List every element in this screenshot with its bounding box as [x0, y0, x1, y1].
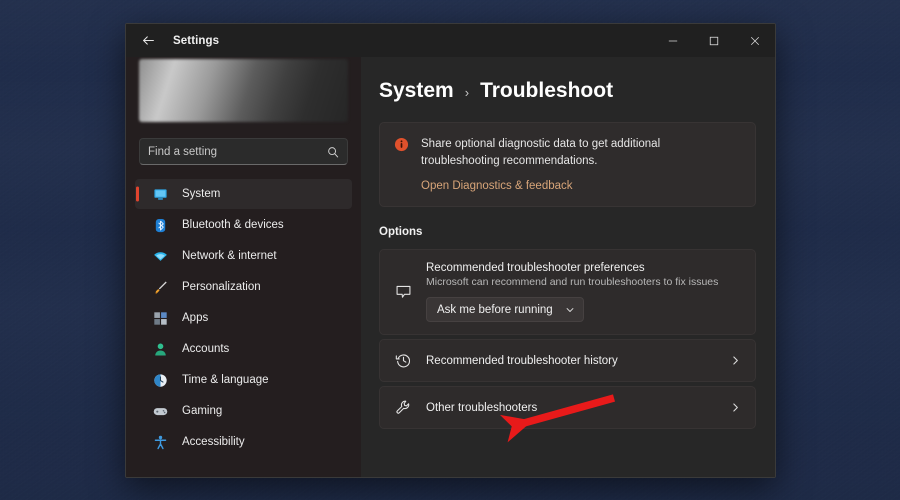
close-button[interactable]	[734, 24, 775, 57]
sidebar-item-apps[interactable]: Apps	[135, 303, 352, 333]
open-diagnostics-feedback-link[interactable]: Open Diagnostics & feedback	[421, 180, 573, 192]
maximize-icon	[709, 36, 718, 45]
clock-icon	[152, 372, 169, 389]
sidebar-item-label: Network & internet	[182, 250, 277, 262]
preferences-subtitle: Microsoft can recommend and run troubles…	[426, 276, 719, 289]
bluetooth-icon	[152, 217, 169, 234]
sidebar-nav: System Bluetooth & devices Network & int…	[135, 179, 352, 457]
chevron-right-icon	[730, 355, 741, 366]
info-circle-icon	[394, 137, 410, 194]
search-box[interactable]	[139, 138, 348, 165]
row-label: Recommended troubleshooter history	[426, 354, 618, 367]
history-clock-icon	[394, 352, 412, 369]
preferences-body: Recommended troubleshooter preferences M…	[426, 262, 741, 323]
sidebar-item-label: Bluetooth & devices	[182, 219, 284, 231]
breadcrumb: System › Troubleshoot	[379, 79, 756, 103]
sidebar-item-accounts[interactable]: Accounts	[135, 334, 352, 364]
other-troubleshooters-row[interactable]: Other troubleshooters	[379, 386, 756, 430]
recommended-troubleshooter-preferences-card: Recommended troubleshooter preferences M…	[379, 249, 756, 336]
dropdown-selected-value: Ask me before running	[437, 303, 553, 316]
account-banner[interactable]	[139, 59, 348, 122]
sidebar-item-label: Gaming	[182, 405, 223, 417]
sidebar-item-personalization[interactable]: Personalization	[135, 272, 352, 302]
apps-grid-icon	[152, 310, 169, 327]
options-heading: Options	[379, 226, 423, 239]
accessibility-icon	[152, 434, 169, 451]
chevron-right-icon: ›	[464, 84, 470, 100]
sidebar-item-label: Accounts	[182, 343, 230, 355]
window-titlebar: Settings	[126, 24, 775, 57]
window-body: System Bluetooth & devices Network & int…	[126, 57, 775, 477]
speech-bubble-icon	[394, 284, 412, 301]
chevron-right-icon	[730, 402, 741, 413]
sidebar-item-accessibility[interactable]: Accessibility	[135, 427, 352, 457]
sidebar: System Bluetooth & devices Network & int…	[126, 57, 361, 477]
sidebar-item-label: System	[182, 188, 221, 200]
row-label: Other troubleshooters	[426, 401, 538, 414]
back-button[interactable]	[133, 27, 163, 55]
sidebar-item-label: Time & language	[182, 374, 269, 386]
desktop-background: Settings Find a setting System Bluetooth…	[0, 0, 900, 500]
window-controls	[652, 24, 775, 57]
minimize-button[interactable]	[652, 24, 693, 57]
minimize-icon	[668, 40, 677, 41]
sidebar-item-time-language[interactable]: Time & language	[135, 365, 352, 395]
settings-window: Settings Find a setting System Bluetooth…	[125, 23, 776, 478]
maximize-button[interactable]	[693, 24, 734, 57]
sidebar-item-bluetooth-devices[interactable]: Bluetooth & devices	[135, 210, 352, 240]
sidebar-item-label: Accessibility	[182, 436, 245, 448]
wifi-icon	[152, 248, 169, 265]
monitor-icon	[152, 186, 169, 203]
sidebar-item-label: Personalization	[182, 281, 261, 293]
wrench-icon	[394, 399, 412, 416]
sidebar-item-label: Apps	[182, 312, 209, 324]
preferences-title: Recommended troubleshooter preferences	[426, 262, 645, 275]
sidebar-item-system[interactable]: System	[135, 179, 352, 209]
diagnostic-banner: Share optional diagnostic data to get ad…	[379, 122, 756, 208]
close-icon	[750, 36, 759, 45]
troubleshooter-preference-dropdown[interactable]: Ask me before running	[426, 297, 584, 323]
gamepad-icon	[152, 403, 169, 420]
search-icon	[327, 146, 339, 158]
search-input[interactable]	[148, 145, 327, 158]
sidebar-item-gaming[interactable]: Gaming	[135, 396, 352, 426]
page-title: Troubleshoot	[480, 79, 614, 102]
diagnostic-banner-body: Share optional diagnostic data to get ad…	[421, 136, 741, 194]
banner-text: Share optional diagnostic data to get ad…	[421, 138, 661, 167]
sidebar-item-network-internet[interactable]: Network & internet	[135, 241, 352, 271]
main-content: System › Troubleshoot Share optional dia…	[361, 57, 775, 477]
person-icon	[152, 341, 169, 358]
breadcrumb-parent[interactable]: System	[379, 79, 454, 103]
back-arrow-icon	[142, 36, 154, 45]
recommended-troubleshooter-history-row[interactable]: Recommended troubleshooter history	[379, 339, 756, 383]
app-title: Settings	[173, 34, 220, 47]
chevron-down-icon	[565, 305, 575, 315]
paintbrush-icon	[152, 279, 169, 296]
